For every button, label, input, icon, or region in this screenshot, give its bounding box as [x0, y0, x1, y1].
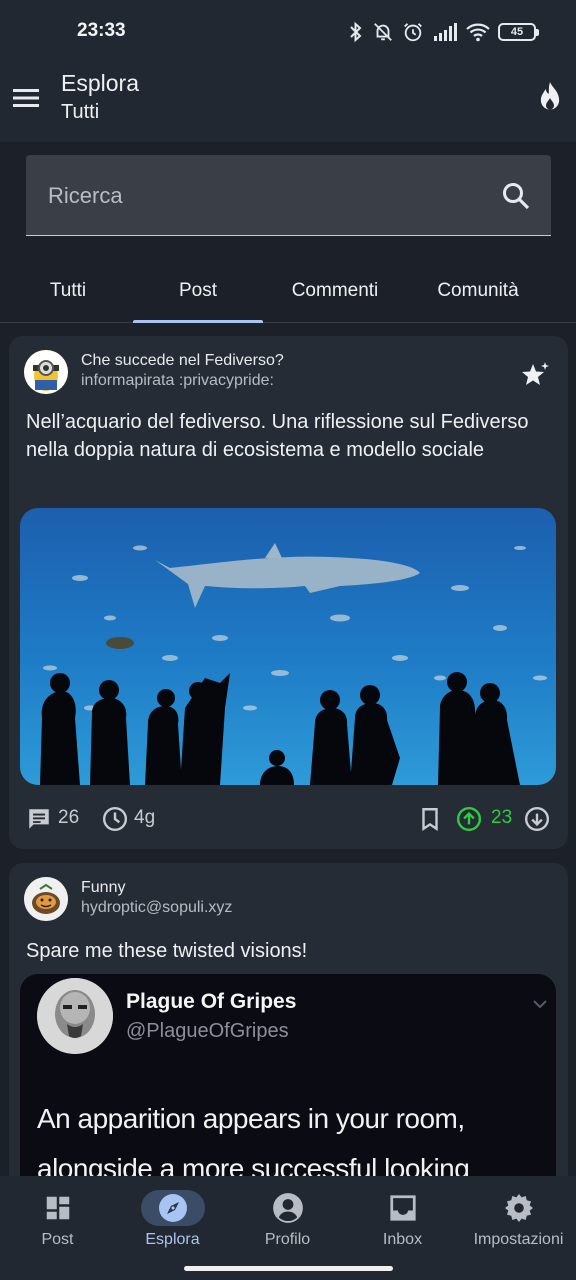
nav-label: Profilo [264, 1231, 311, 1248]
tab-comunita[interactable]: Comunità [413, 260, 543, 322]
post-card[interactable]: Funny hydroptic@sopuli.xyz Spare me thes… [9, 863, 568, 1193]
tab-commenti[interactable]: Commenti [270, 260, 400, 322]
nav-esplora[interactable]: Esplora [115, 1176, 230, 1266]
battery-indicator: 45 [498, 23, 539, 41]
post-thumbnail[interactable]: Plague Of Gripes @PlagueOfGripes An appa… [20, 974, 556, 1193]
post-author[interactable]: hydroptic@sopuli.xyz [81, 899, 232, 917]
post-thumbnail[interactable] [20, 508, 556, 785]
post-actions: 26 4g 23 [9, 804, 568, 836]
status-icons: 45 [348, 20, 539, 44]
tab-post[interactable]: Post [133, 260, 263, 323]
score: 23 [491, 807, 513, 828]
home-indicator[interactable] [184, 1266, 393, 1271]
nav-label: Esplora [145, 1231, 200, 1248]
bell-off-icon [374, 23, 392, 41]
compass-icon [158, 1194, 187, 1222]
signal-icon [434, 23, 457, 41]
wifi-icon [466, 23, 490, 42]
app-bar: Esplora Tutti [0, 62, 576, 142]
gear-icon [504, 1194, 533, 1222]
downvote-icon[interactable] [524, 806, 550, 832]
alarm-icon [404, 23, 422, 42]
fire-icon[interactable] [536, 81, 564, 113]
star-sparkle-icon[interactable] [520, 360, 550, 390]
tab-tutti[interactable]: Tutti [3, 260, 133, 322]
community-name[interactable]: Che succede nel Fediverso? [81, 352, 284, 370]
battery-level: 45 [510, 26, 524, 38]
comment-icon[interactable] [26, 806, 52, 832]
page-title: Esplora [61, 70, 139, 96]
upvote-icon[interactable] [456, 806, 482, 832]
clock-icon [102, 806, 128, 832]
embed-handle: @PlagueOfGripes [126, 1020, 289, 1042]
chevron-down-icon [533, 1000, 547, 1009]
nav-label: Inbox [382, 1231, 423, 1248]
post-age: 4g [134, 807, 156, 828]
filter-tabs: Tutti Post Commenti Comunità [0, 260, 576, 323]
nav-profilo[interactable]: Profilo [230, 1176, 345, 1266]
status-time: 23:33 [77, 20, 126, 41]
embed-avatar [37, 978, 113, 1054]
menu-icon[interactable] [12, 84, 40, 112]
search-icon[interactable] [501, 181, 531, 211]
nav-impostazioni[interactable]: Impostazioni [461, 1176, 576, 1266]
nav-label: Post [41, 1231, 74, 1248]
post-card[interactable]: Che succede nel Fediverso? informapirata… [9, 336, 568, 849]
inbox-icon [389, 1195, 416, 1221]
comment-count: 26 [58, 807, 80, 828]
nav-inbox[interactable]: Inbox [345, 1176, 460, 1266]
status-bar: 23:33 45 [0, 0, 576, 62]
search-input[interactable] [48, 177, 468, 215]
community-name[interactable]: Funny [81, 879, 125, 897]
bottom-navigation: Post Esplora Profilo Inbox Impostazioni [0, 1176, 576, 1280]
nav-label: Impostazioni [473, 1231, 564, 1248]
embed-name: Plague Of Gripes [126, 990, 297, 1013]
community-avatar[interactable] [24, 350, 68, 394]
post-title[interactable]: Spare me these twisted visions! [26, 937, 546, 965]
page-subtitle: Tutti [61, 101, 100, 123]
bluetooth-icon [350, 21, 362, 43]
post-author[interactable]: informapirata :privacypride: [81, 372, 274, 390]
search-field[interactable] [26, 155, 551, 236]
bookmark-icon[interactable] [417, 806, 443, 832]
dashboard-icon [46, 1196, 69, 1220]
community-avatar[interactable] [24, 877, 68, 921]
account-circle-icon [272, 1193, 303, 1223]
nav-post[interactable]: Post [0, 1176, 115, 1266]
post-title[interactable]: Nell’acquario del fediverso. Una rifless… [26, 408, 546, 464]
